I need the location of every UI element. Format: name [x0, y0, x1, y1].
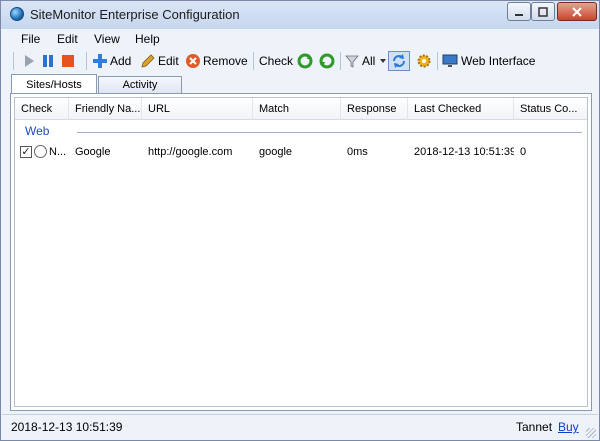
pause-icon — [43, 55, 53, 67]
toolbar: Add Edit Remove Check All Web Interface — [2, 49, 598, 73]
pause-button[interactable] — [41, 51, 55, 71]
monitor-icon — [442, 54, 458, 67]
check-label: Check — [259, 54, 294, 68]
vendor-label: Tannet — [516, 420, 553, 434]
maximize-button[interactable] — [531, 2, 555, 21]
minimize-icon — [515, 13, 523, 16]
column-header-row: Check Friendly Na... URL Match Response … — [15, 98, 587, 120]
window-title: SiteMonitor Enterprise Configuration — [30, 7, 240, 22]
start-button[interactable] — [22, 51, 36, 71]
menu-file[interactable]: File — [21, 32, 40, 46]
close-icon — [572, 6, 582, 17]
resize-grip-icon[interactable] — [586, 428, 596, 438]
filter-dropdown[interactable]: All — [345, 51, 387, 71]
menu-view[interactable]: View — [94, 32, 120, 46]
match-cell: google — [259, 146, 293, 158]
app-window: SiteMonitor Enterprise Configuration Fil… — [0, 0, 600, 441]
remove-label: Remove — [203, 54, 248, 68]
settings-button[interactable] — [416, 51, 432, 71]
column-header-last-checked[interactable]: Last Checked — [408, 98, 514, 120]
column-header-friendly-name[interactable]: Friendly Na... — [69, 98, 142, 120]
tab-activity[interactable]: Activity — [98, 76, 182, 93]
toolbar-separator — [86, 52, 87, 70]
stop-button[interactable] — [61, 51, 75, 71]
remove-icon — [186, 54, 200, 68]
column-header-url[interactable]: URL — [142, 98, 253, 120]
app-globe-icon — [10, 7, 24, 21]
status-timestamp: 2018-12-13 10:51:39 — [11, 420, 123, 434]
column-header-check[interactable]: Check — [15, 98, 69, 120]
close-button[interactable] — [557, 2, 597, 21]
web-interface-button[interactable]: Web Interface — [442, 51, 535, 71]
column-header-response[interactable]: Response — [341, 98, 408, 120]
stop-icon — [62, 55, 74, 67]
refresh-all-icon — [319, 53, 335, 69]
buy-link[interactable]: Buy — [558, 420, 579, 434]
remove-button[interactable]: Remove — [185, 51, 248, 71]
friendly-name-cell: Google — [75, 146, 111, 158]
toolbar-separator — [437, 52, 438, 70]
toolbar-separator — [253, 52, 254, 70]
edit-button[interactable]: Edit — [140, 51, 179, 71]
play-icon — [25, 55, 34, 67]
row-checkbox[interactable]: ✓ — [20, 146, 32, 158]
refresh-green-icon — [297, 53, 313, 69]
add-button[interactable]: Add — [92, 51, 131, 71]
tab-panel: Check Friendly Na... URL Match Response … — [10, 93, 592, 411]
chevron-down-icon — [380, 59, 387, 63]
check-all-button[interactable] — [318, 51, 336, 71]
minimize-button[interactable] — [507, 2, 531, 21]
gear-icon — [417, 54, 431, 68]
table-row[interactable]: ✓ N... Google http://google.com google 0… — [15, 142, 587, 162]
pencil-icon — [141, 54, 155, 68]
tab-strip: Sites/Hosts Activity — [2, 73, 598, 94]
check-selected-button[interactable] — [296, 51, 314, 71]
toolbar-separator — [340, 52, 341, 70]
last-checked-cell: 2018-12-13 10:51:39 — [414, 146, 514, 158]
filter-label: All — [362, 54, 376, 68]
url-cell: http://google.com — [148, 146, 233, 158]
auto-refresh-toggle[interactable] — [388, 51, 410, 71]
toolbar-grip — [13, 52, 14, 70]
add-label: Add — [110, 54, 132, 68]
sites-list[interactable]: Check Friendly Na... URL Match Response … — [14, 97, 588, 407]
check-cell: N... — [49, 146, 67, 158]
edit-label: Edit — [158, 54, 179, 68]
menu-help[interactable]: Help — [135, 32, 160, 46]
funnel-icon — [345, 55, 359, 68]
plus-icon — [93, 54, 107, 68]
tab-sites-hosts[interactable]: Sites/Hosts — [11, 74, 97, 94]
title-bar[interactable]: SiteMonitor Enterprise Configuration — [1, 1, 599, 29]
response-cell: 0ms — [347, 146, 368, 158]
column-header-match[interactable]: Match — [253, 98, 341, 120]
status-bar: 2018-12-13 10:51:39 Tannet Buy — [2, 414, 598, 440]
column-header-status-code[interactable]: Status Co... — [514, 98, 587, 120]
status-code-cell: 0 — [520, 146, 527, 158]
menu-edit[interactable]: Edit — [57, 32, 78, 46]
group-header-web: Web — [25, 124, 50, 138]
group-divider — [77, 132, 582, 133]
sync-icon — [393, 54, 405, 68]
menu-bar: File Edit View Help — [2, 29, 598, 49]
web-interface-label: Web Interface — [461, 54, 536, 68]
maximize-icon — [538, 6, 548, 17]
